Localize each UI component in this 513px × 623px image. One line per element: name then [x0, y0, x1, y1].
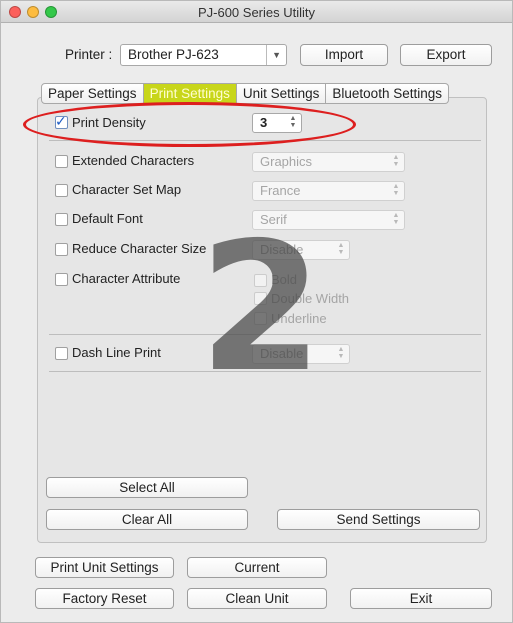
chevron-down-icon: ▼	[272, 50, 281, 60]
printer-select-value: Brother PJ-623	[128, 47, 219, 62]
factory-reset-button[interactable]: Factory Reset	[35, 588, 174, 609]
printer-select[interactable]: Brother PJ-623 ▼	[120, 44, 287, 66]
character-attribute-checkbox[interactable]	[55, 273, 68, 286]
tab-bluetooth-settings[interactable]: Bluetooth Settings	[326, 83, 449, 104]
clear-all-button[interactable]: Clear All	[46, 509, 248, 530]
character-set-map-value: France	[260, 183, 301, 198]
tab-paper-settings[interactable]: Paper Settings	[41, 83, 144, 104]
reduce-character-size-checkbox[interactable]	[55, 243, 68, 256]
extended-characters-label: Extended Characters	[72, 153, 195, 168]
window-title: PJ-600 Series Utility	[197, 5, 316, 20]
highlight-ellipse	[23, 102, 356, 147]
character-set-map-label: Character Set Map	[72, 182, 182, 197]
reduce-character-size-label: Reduce Character Size	[72, 241, 207, 256]
title-bar[interactable]: PJ-600 Series Utility	[1, 1, 512, 23]
printer-label: Printer :	[65, 47, 113, 62]
extended-characters-select[interactable]: Graphics ▲ ▼	[252, 152, 405, 172]
stepper-arrows-icon: ▲ ▼	[337, 346, 345, 360]
select-all-button[interactable]: Select All	[46, 477, 248, 498]
current-button[interactable]: Current	[187, 557, 327, 578]
dash-line-print-label: Dash Line Print	[72, 345, 161, 360]
stepper-arrows-icon: ▲ ▼	[337, 242, 345, 256]
default-font-checkbox[interactable]	[55, 213, 68, 226]
print-unit-settings-button[interactable]: Print Unit Settings	[35, 557, 174, 578]
character-set-map-checkbox[interactable]	[55, 184, 68, 197]
exit-button[interactable]: Exit	[350, 588, 492, 609]
send-settings-button[interactable]: Send Settings	[277, 509, 480, 530]
tab-bar: Paper Settings Print Settings Unit Setti…	[41, 83, 449, 104]
tab-unit-settings[interactable]: Unit Settings	[236, 83, 327, 104]
default-font-label: Default Font	[72, 211, 143, 226]
stepper-arrows-icon: ▲ ▼	[392, 154, 400, 168]
export-button[interactable]: Export	[400, 44, 492, 66]
utility-window: PJ-600 Series Utility Printer : Brother …	[0, 0, 513, 623]
dash-line-print-checkbox[interactable]	[55, 347, 68, 360]
select-divider	[266, 45, 267, 65]
character-set-map-select[interactable]: France ▲ ▼	[252, 181, 405, 201]
extended-characters-checkbox[interactable]	[55, 155, 68, 168]
tab-print-settings[interactable]: Print Settings	[143, 83, 237, 104]
stepper-arrows-icon: ▲ ▼	[392, 183, 400, 197]
step-number: 2	[199, 204, 323, 411]
stepper-arrows-icon: ▲ ▼	[392, 212, 400, 226]
import-button[interactable]: Import	[300, 44, 388, 66]
clean-unit-button[interactable]: Clean Unit	[187, 588, 327, 609]
extended-characters-value: Graphics	[260, 154, 313, 169]
character-attribute-label: Character Attribute	[72, 271, 181, 286]
